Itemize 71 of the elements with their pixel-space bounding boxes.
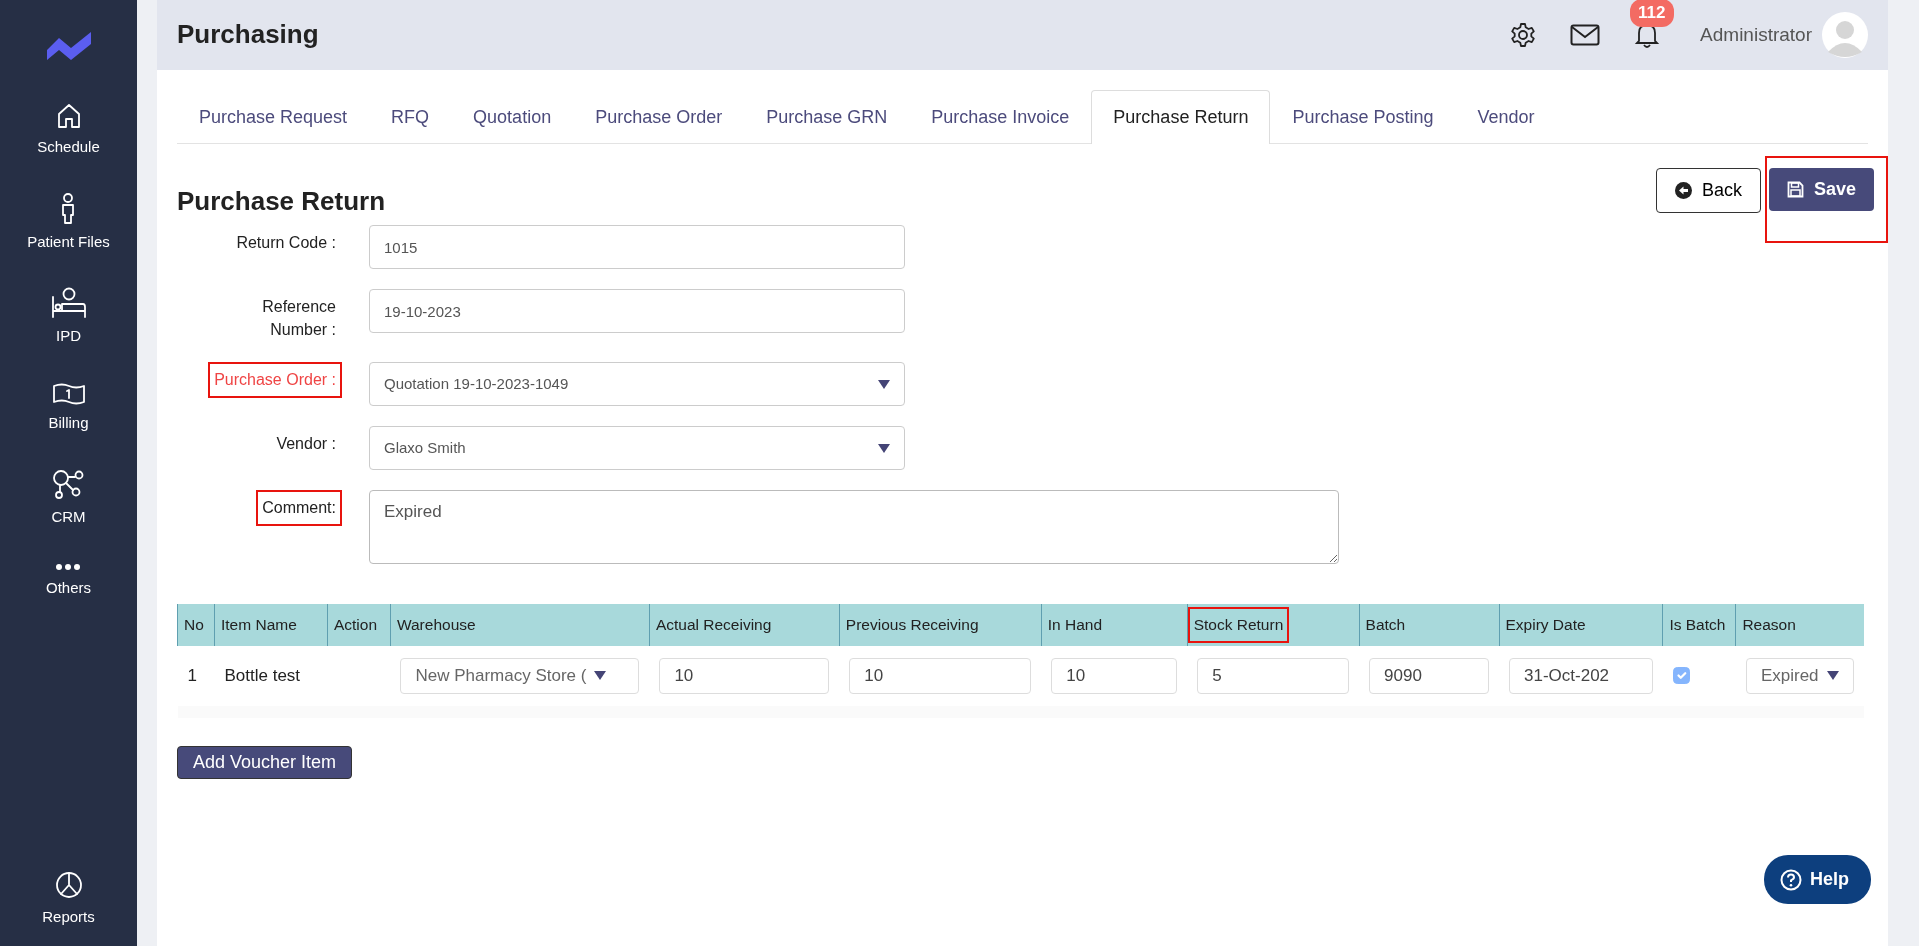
back-button[interactable]: Back (1655, 168, 1761, 213)
help-icon (1780, 868, 1802, 891)
tab[interactable]: Quotation (451, 90, 574, 144)
caret-icon (878, 443, 890, 453)
settings-icon[interactable] (1510, 22, 1537, 48)
network-icon (51, 468, 86, 500)
column-header: Reason (1742, 616, 1796, 634)
user-name[interactable]: Administrator (1700, 20, 1812, 50)
dropdown[interactable]: Expired (1745, 657, 1854, 694)
sidebar-item[interactable]: CRM (51, 468, 86, 529)
input-field[interactable]: 5 (1197, 657, 1350, 694)
add-voucher-item-button[interactable]: Add Voucher Item (177, 745, 353, 779)
tab[interactable]: Purchase Posting (1270, 90, 1456, 144)
column-header: Batch (1365, 616, 1406, 634)
input-field[interactable]: 19-10-2023 (369, 289, 905, 334)
tab[interactable]: Purchase Request (177, 90, 370, 144)
table-cell: Bottle test (224, 665, 301, 685)
tab[interactable]: Vendor (1455, 90, 1557, 144)
sidebar-item[interactable]: Billing (48, 381, 89, 434)
input-field[interactable]: 9090 (1369, 657, 1489, 694)
column-header: Action (333, 616, 378, 634)
sidebar-item[interactable]: Reports (42, 869, 95, 928)
caret-icon (878, 379, 890, 389)
table-cell: 1 (187, 665, 197, 685)
more-icon (55, 562, 82, 571)
dropdown[interactable]: New Pharmacy Store ( (400, 657, 640, 694)
help-button[interactable]: Help (1764, 855, 1871, 904)
sidebar-item[interactable]: IPD (49, 287, 88, 348)
home-icon (55, 102, 82, 130)
input-field[interactable]: 10 (1051, 657, 1178, 694)
tab[interactable]: Purchase Return (1091, 90, 1271, 144)
field-label: Return Code : (236, 233, 336, 254)
input-field[interactable]: 31-Oct-202 (1509, 657, 1653, 694)
column-header: Previous Receiving (845, 616, 979, 634)
sidebar-item[interactable]: Others (46, 562, 91, 599)
save-icon (1786, 181, 1804, 198)
back-icon (1674, 182, 1692, 199)
caret-icon (594, 671, 607, 681)
banknote-icon (51, 381, 86, 406)
dropdown[interactable]: Glaxo Smith (369, 426, 905, 471)
column-header: Warehouse (396, 616, 476, 634)
column-header: Item Name (221, 616, 297, 634)
tab[interactable]: Purchase GRN (744, 90, 910, 144)
field-label: Vendor : (276, 434, 336, 455)
input-field[interactable]: 10 (659, 657, 830, 694)
comment-field[interactable]: Expired (369, 490, 1339, 565)
dropdown[interactable]: Quotation 19-10-2023-1049 (369, 362, 905, 407)
logo-icon (44, 30, 93, 60)
column-header: Is Batch (1669, 616, 1726, 634)
notification-badge: 112 (1630, 0, 1674, 27)
field-label: Reference Number : (261, 297, 336, 341)
column-header: Expiry Date (1505, 616, 1586, 634)
column-header: No (184, 616, 204, 634)
field-label: Comment: (262, 498, 336, 519)
tab[interactable]: Purchase Order (573, 90, 745, 144)
column-header: Stock Return (1193, 616, 1284, 634)
bed-icon (49, 287, 88, 319)
input-field[interactable]: 1015 (369, 225, 905, 270)
column-header: Actual Receiving (655, 616, 772, 634)
field-label: Purchase Order : (214, 370, 336, 391)
section-title: Purchase Return (177, 186, 386, 218)
sidebar-item[interactable]: Patient Files (27, 192, 110, 253)
sidebar-item[interactable]: Schedule (37, 102, 100, 159)
caret-icon (1826, 671, 1839, 681)
tab[interactable]: Purchase Invoice (909, 90, 1092, 144)
tab[interactable]: RFQ (369, 90, 452, 144)
save-button[interactable]: Save (1768, 168, 1874, 211)
input-field[interactable]: 10 (849, 657, 1032, 694)
mail-icon[interactable] (1570, 24, 1601, 46)
page-title: Purchasing (177, 19, 319, 51)
column-header: In Hand (1047, 616, 1103, 634)
